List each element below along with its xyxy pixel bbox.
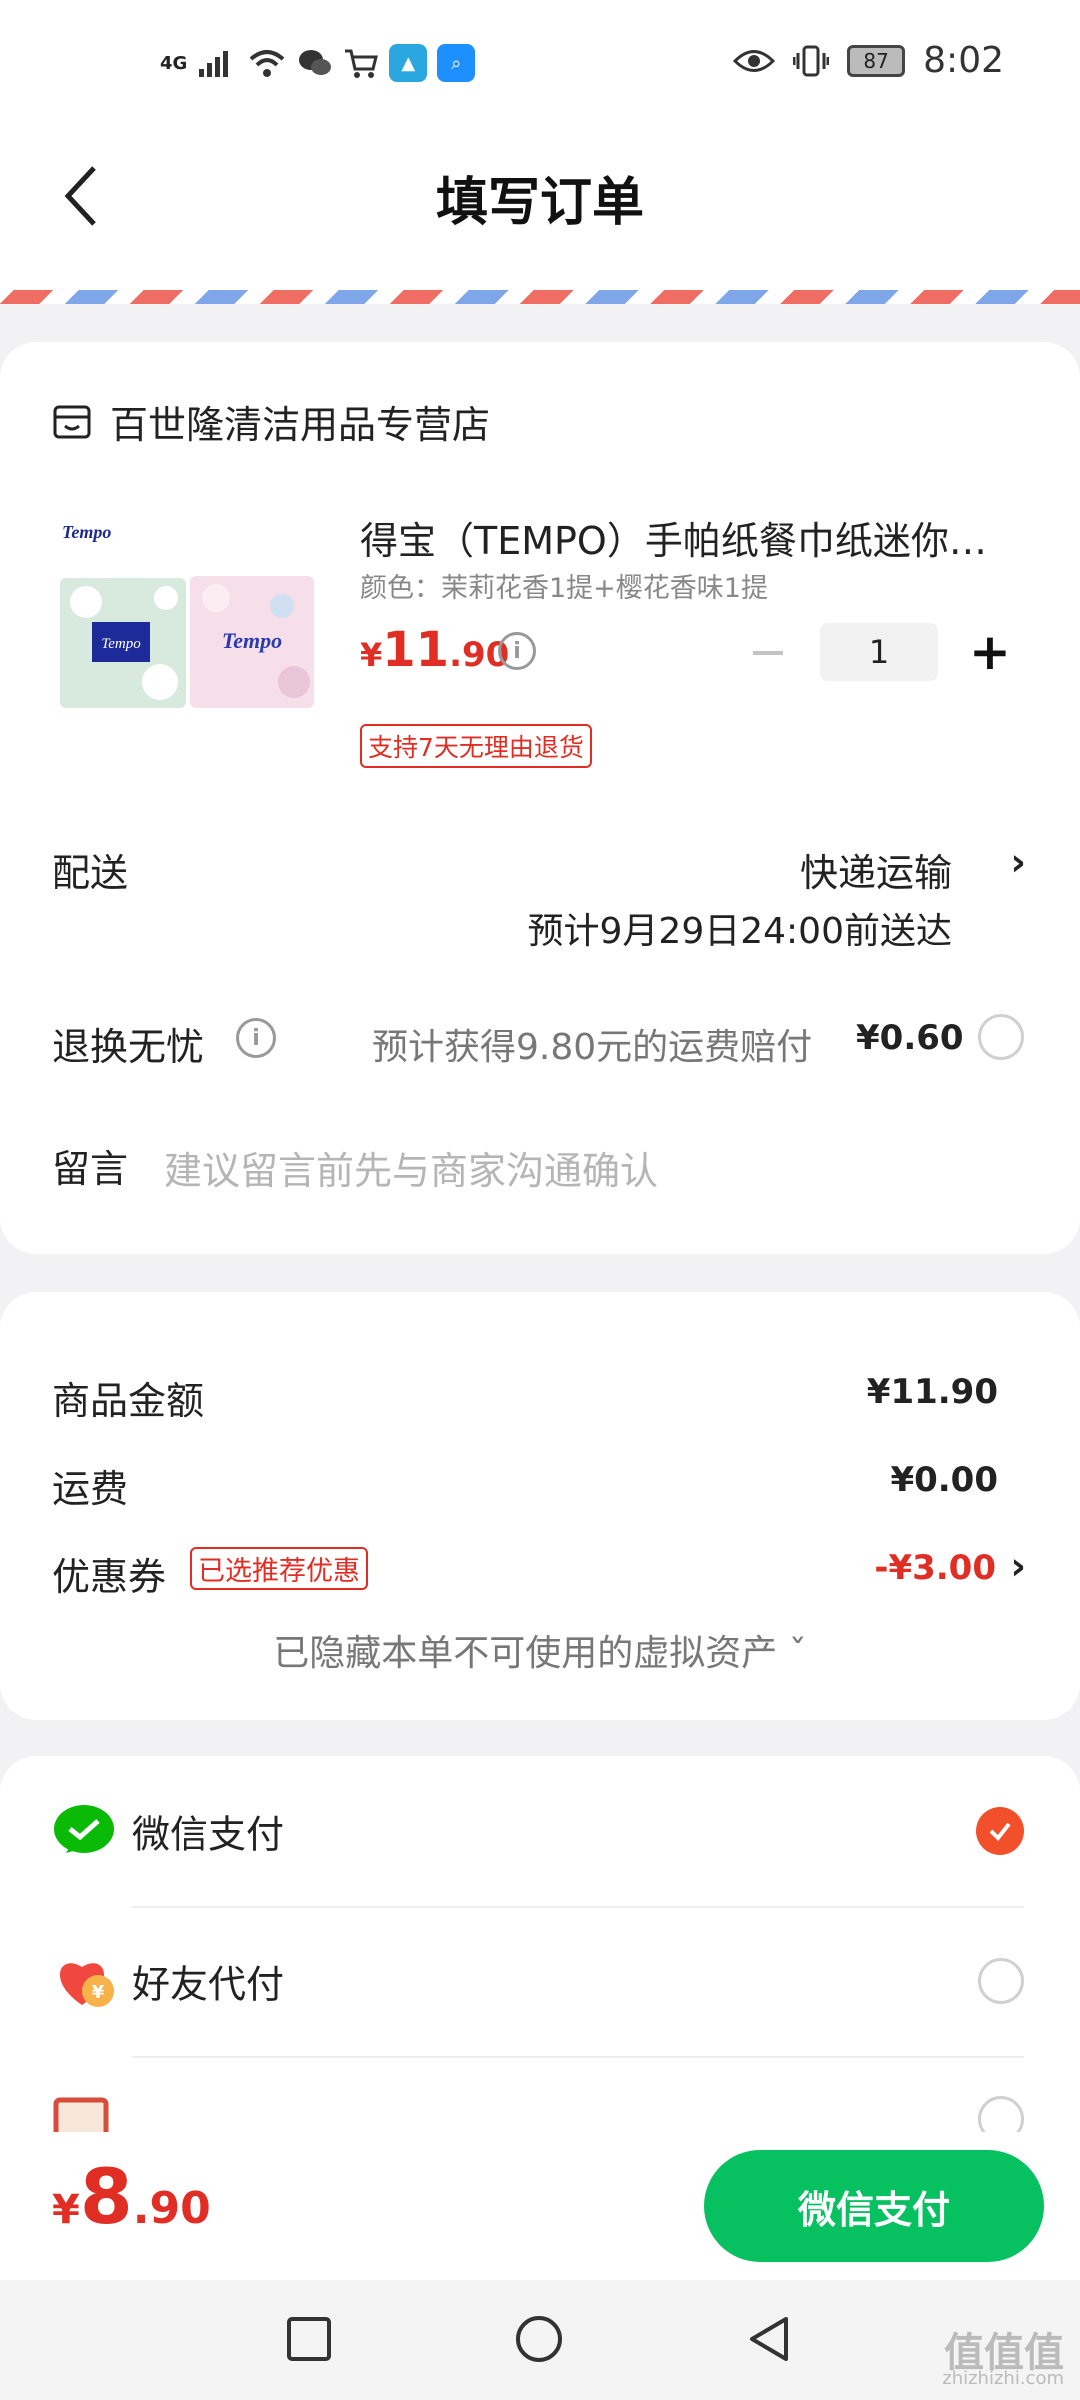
network-type: 4G (160, 52, 188, 74)
message-label: 留言 (52, 1147, 129, 1191)
back-nav-icon[interactable] (744, 2314, 794, 2364)
wifi-icon (249, 50, 285, 77)
store-header[interactable]: 百世隆清洁用品专营店 (52, 394, 490, 449)
watermark-url: zhizhizhi.com (942, 2368, 1064, 2389)
delivery-eta: 预计9月29日24:00前送达 (527, 911, 952, 952)
signal-icon (199, 51, 229, 77)
total-symbol: ¥ (52, 2187, 80, 2233)
quantity-stepper: − 1 + (738, 622, 1020, 682)
store-icon (53, 405, 91, 438)
cart-status-icon (345, 49, 379, 78)
coupon-badge: 已选推荐优惠 (190, 1547, 368, 1590)
return-insurance-desc: 预计获得9.80元的运费赔付 (372, 1027, 813, 1068)
return-insurance-radio[interactable] (978, 1014, 1024, 1060)
vibrate-icon (793, 45, 830, 76)
search-app-status-icon: ⌕ (437, 44, 476, 82)
price-info-icon[interactable]: i (498, 632, 536, 670)
page-title: 填写订单 (435, 173, 644, 233)
pack-logo-left: Tempo (101, 636, 141, 652)
airmail-border (0, 290, 1080, 304)
battery-indicator: 87 (847, 44, 906, 77)
recents-icon[interactable] (284, 2314, 334, 2364)
product-image[interactable]: Tempo Tempo Tempo (56, 502, 318, 742)
friend-pay-icon: ¥ (59, 1963, 114, 2007)
status-icons-left: 4G ▲ ⌕ (160, 44, 476, 82)
home-icon[interactable] (514, 2314, 564, 2364)
quantity-value[interactable]: 1 (820, 623, 938, 681)
decrease-quantity-button[interactable]: − (738, 622, 798, 682)
hidden-assets-toggle[interactable]: 已隐藏本单不可使用的虚拟资产 ˇ (0, 1624, 1080, 1676)
wechat-pay-icon (54, 1805, 114, 1853)
return-insurance-price: ¥0.60 (856, 1018, 964, 1058)
product-spec[interactable]: 颜色：茉莉花香1提+樱花香味1提 (360, 566, 768, 605)
nav-bar: 填写订单 (0, 120, 1080, 300)
total-price: ¥8.90 (52, 2152, 211, 2241)
address-card-bottom[interactable] (0, 280, 1080, 290)
coupon-label: 优惠券 (52, 1555, 167, 1599)
coupon-chevron-icon[interactable]: › (1010, 1544, 1026, 1588)
total-decimal: .90 (132, 2183, 211, 2234)
clock: 8:02 (923, 40, 1004, 81)
delivery-label: 配送 (52, 851, 129, 895)
product-price: ¥11.90 (360, 622, 509, 678)
pack-logo-right: Tempo (222, 628, 282, 653)
selected-check-icon[interactable] (976, 1807, 1024, 1855)
return-insurance-info-icon[interactable]: i (236, 1018, 276, 1058)
status-icons-right: 87 8:02 (733, 40, 1004, 81)
price-symbol: ¥ (360, 636, 383, 674)
payment-option-label: 好友代付 (132, 1962, 285, 2007)
wechat-status-icon (299, 50, 332, 75)
shipping-label: 运费 (52, 1467, 129, 1511)
increase-quantity-button[interactable]: + (960, 622, 1020, 682)
payment-option-friend[interactable]: ¥ 好友代付 (0, 1906, 1080, 2056)
return-insurance-label: 退换无忧 (52, 1025, 205, 1069)
brand-logo-text: Tempo (62, 522, 111, 542)
goods-amount-label: 商品金额 (52, 1379, 205, 1423)
store-name: 百世隆清洁用品专营店 (110, 403, 491, 447)
friend-pay-radio[interactable] (978, 1958, 1024, 2004)
delivery-method[interactable]: 快递运输 (800, 842, 952, 897)
price-integer: 11 (382, 622, 450, 678)
goods-amount-value: ¥11.90 (866, 1372, 998, 1412)
system-nav-bar (0, 2280, 1080, 2400)
status-bar: 4G ▲ ⌕ 87 8:02 (0, 0, 1080, 130)
order-card: 百世隆清洁用品专营店 Tempo Tempo Tempo 得宝（TEMPO）手帕… (0, 342, 1080, 1254)
chevron-right-icon[interactable]: › (1010, 840, 1026, 884)
svg-text:¥: ¥ (92, 1982, 105, 2003)
message-input[interactable]: 建议留言前先与商家沟通确认 (164, 1140, 658, 1195)
wechat-pay-button[interactable]: 微信支付 (704, 2150, 1044, 2262)
checkout-bar: ¥8.90 微信支付 (0, 2132, 1080, 2280)
payment-option-wechat[interactable]: 微信支付 (0, 1756, 1080, 1906)
price-summary-card: 商品金额 ¥11.90 运费 ¥0.00 优惠券 已选推荐优惠 -¥3.00 ›… (0, 1292, 1080, 1720)
app-status-icon: ▲ (389, 44, 428, 82)
coupon-value[interactable]: -¥3.00 (874, 1548, 996, 1588)
payment-option-label: 微信支付 (132, 1812, 285, 1857)
eye-icon (733, 49, 776, 72)
total-integer: 8 (79, 2152, 133, 2241)
product-title[interactable]: 得宝（TEMPO）手帕纸餐巾纸迷你… (360, 510, 1010, 565)
shipping-value: ¥0.00 (890, 1460, 998, 1500)
return-policy-badge: 支持7天无理由退货 (360, 724, 592, 768)
